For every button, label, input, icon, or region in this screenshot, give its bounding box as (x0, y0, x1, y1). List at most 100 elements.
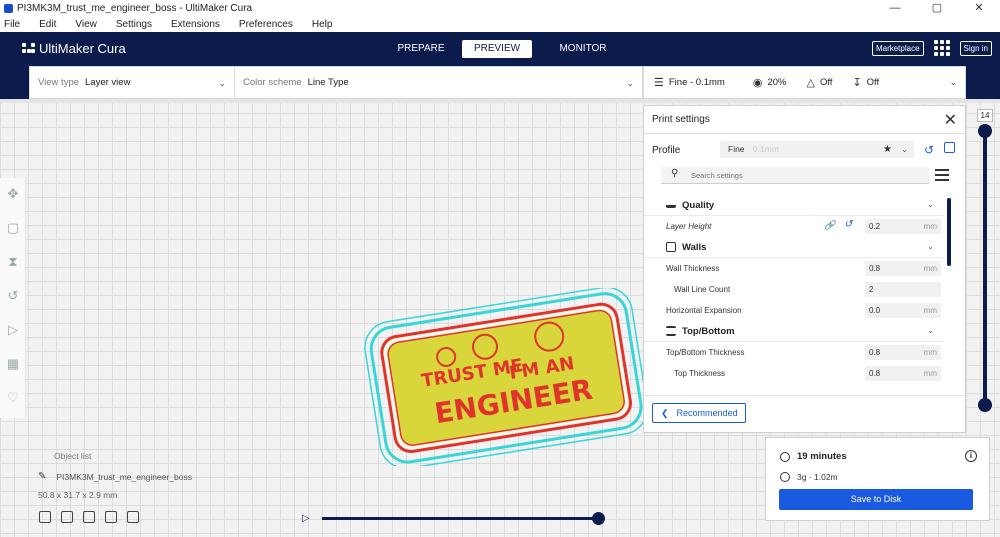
mirror-tool-icon[interactable]: ▷ (5, 322, 21, 338)
walls-icon (666, 242, 676, 252)
horizontal-expansion-field[interactable]: 0.0 mm (865, 303, 941, 318)
support-blocker-icon[interactable]: ♡ (5, 390, 21, 406)
close-window-button[interactable]: ✕ (958, 0, 1000, 16)
view-front-icon[interactable] (61, 511, 73, 523)
profile-select[interactable]: Fine 0.1mm ★ ⌄ (720, 141, 914, 158)
move-tool-icon[interactable]: ✥ (5, 186, 21, 202)
object-list-header[interactable]: Object list (54, 451, 238, 461)
per-model-settings-icon[interactable]: ▦ (5, 356, 21, 372)
camera-view-buttons (39, 511, 149, 523)
menu-settings[interactable]: Settings (116, 19, 152, 30)
apps-grid-icon[interactable] (933, 40, 950, 56)
stage-tabs: PREPARE PREVIEW MONITOR (392, 40, 624, 58)
menu-view[interactable]: View (75, 19, 97, 30)
link-icon[interactable]: 🔗 (824, 220, 835, 231)
recommended-button[interactable]: ❮ Recommended (652, 403, 746, 423)
settings-menu-icon[interactable] (935, 169, 949, 181)
ultimaker-logo-icon (22, 42, 35, 55)
menu-preferences[interactable]: Preferences (239, 19, 293, 30)
menu-file[interactable]: File (4, 19, 20, 30)
settings-scrollbar[interactable] (947, 198, 951, 266)
category-walls[interactable]: Walls ⌄ (644, 237, 944, 258)
settings-search[interactable]: ⚲ (661, 167, 929, 184)
layer-slider-bottom-handle[interactable] (978, 398, 992, 412)
chevron-down-icon: ⌄ (901, 145, 908, 154)
object-list-item[interactable]: ✎ PI3MK3M_trust_me_engineer_boss (38, 471, 238, 482)
layer-path-slider[interactable] (322, 517, 598, 520)
material-usage: 3g · 1.02m (780, 472, 838, 482)
tab-monitor[interactable]: MONITOR (554, 40, 612, 58)
view-left-icon[interactable] (105, 511, 117, 523)
save-profile-icon[interactable] (944, 142, 955, 153)
reset-setting-icon[interactable]: ↺ (844, 219, 852, 230)
clock-icon (780, 451, 790, 462)
tab-prepare[interactable]: PREPARE (392, 40, 450, 58)
top-bottom-thickness-field[interactable]: 0.8 mm (865, 345, 941, 360)
play-simulation-icon[interactable]: ▷ (302, 513, 310, 524)
view-top-icon[interactable] (83, 511, 95, 523)
chevron-down-icon: ⌄ (927, 200, 934, 209)
setting-wall-thickness: Wall Thickness 0.8 mm (644, 258, 944, 279)
rotate-tool-icon[interactable]: ⧗ (5, 254, 21, 270)
menu-edit[interactable]: Edit (39, 19, 56, 30)
print-time: 19 minutes (780, 451, 847, 462)
wall-thickness-field[interactable]: 0.8 mm (865, 261, 941, 276)
top-thickness-field[interactable]: 0.8 mm (865, 366, 941, 381)
star-icon: ★ (883, 144, 892, 155)
tab-preview[interactable]: PREVIEW (462, 40, 532, 58)
layer-height-field[interactable]: 0.2 mm (865, 219, 941, 234)
print-estimate-panel: 19 minutes i 3g · 1.02m Save to Disk (765, 437, 990, 521)
spool-icon (780, 472, 790, 482)
search-input[interactable] (691, 169, 911, 182)
model-layer-preview[interactable]: TRUST ME I'M AN ENGINEER (360, 288, 650, 466)
menu-help[interactable]: Help (312, 19, 333, 30)
profile-value: Fine (728, 144, 745, 154)
wall-line-count-field[interactable]: 2 (865, 282, 941, 297)
view-options-bar: View type Layer view ⌄ Color scheme Line… (29, 66, 643, 99)
chevron-down-icon: ⌄ (949, 77, 957, 87)
sliders-icon: ☰ (654, 77, 664, 89)
layer-slider-top-handle[interactable] (978, 124, 992, 138)
brand-logo: UltiMaker Cura (22, 41, 126, 56)
layer-slider-track[interactable] (983, 131, 987, 406)
object-list: Object list ✎ PI3MK3M_trust_me_engineer_… (38, 451, 238, 500)
maximize-button[interactable]: ▢ (916, 0, 958, 16)
view-3d-icon[interactable] (39, 511, 51, 523)
adhesion-summary-value: Off (866, 77, 880, 88)
left-toolbar: ✥ ▢ ⧗ ↺ ▷ ▦ ♡ (0, 178, 26, 418)
menu-extensions[interactable]: Extensions (171, 19, 220, 30)
scale-tool-icon[interactable]: ▢ (5, 220, 21, 236)
window-controls: — ▢ ✕ (874, 0, 1000, 16)
infill-summary-value: 20% (767, 77, 787, 88)
reset-profile-icon[interactable]: ↺ (924, 143, 934, 157)
setting-wall-line-count: Wall Line Count 2 (644, 279, 944, 300)
marketplace-button[interactable]: Marketplace (871, 40, 924, 56)
chevron-down-icon: ⌄ (927, 242, 934, 251)
layer-path-slider-handle[interactable] (592, 512, 605, 525)
header-actions: Marketplace Sign in (871, 40, 992, 56)
quality-icon (666, 200, 676, 208)
undo-tool-icon[interactable]: ↺ (5, 288, 21, 304)
max-layer-number[interactable]: 14 (977, 109, 993, 122)
support-summary: △ Off (806, 76, 832, 89)
view-type-select[interactable]: View type Layer view ⌄ (30, 67, 235, 98)
setting-top-thickness: Top Thickness 0.8 mm (644, 363, 944, 384)
print-settings-title: Print settings (652, 114, 710, 125)
print-settings-summary[interactable]: ☰ Fine - 0.1mm ◉ 20% △ Off ↧ Off ⌄ (643, 66, 966, 99)
category-quality[interactable]: Quality ⌄ (644, 195, 944, 216)
window-titlebar: PI3MK3M_trust_me_engineer_boss - UltiMak… (0, 0, 1000, 16)
close-icon[interactable]: ✕ (944, 110, 957, 130)
category-top-bottom[interactable]: Top/Bottom ⌄ (644, 321, 944, 342)
save-to-disk-button[interactable]: Save to Disk (779, 489, 973, 510)
sign-in-button[interactable]: Sign in (959, 40, 992, 56)
brand-name: UltiMaker Cura (39, 41, 126, 56)
setting-horizontal-expansion: Horizontal Expansion 0.0 mm (644, 300, 944, 321)
support-icon: △ (806, 77, 815, 89)
view-right-icon[interactable] (127, 511, 139, 523)
setting-top-bottom-thickness: Top/Bottom Thickness 0.8 mm (644, 342, 944, 363)
minimize-button[interactable]: — (874, 0, 916, 16)
adhesion-summary: ↧ Off (852, 76, 879, 89)
chevron-down-icon: ⌄ (626, 78, 634, 88)
info-icon[interactable]: i (965, 450, 977, 462)
color-scheme-select[interactable]: Color scheme Line Type ⌄ (235, 67, 642, 98)
